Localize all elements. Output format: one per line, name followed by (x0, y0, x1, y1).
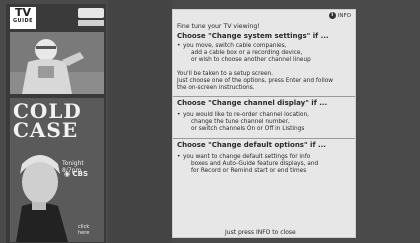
guide-right-strip (358, 0, 420, 243)
cold-case-ad[interactable]: COLD CASE Tonight 8/7pm ◉ CBS click here (10, 98, 104, 242)
ad-network: ◉ CBS (64, 170, 88, 178)
section-defaults-line: for Record or Remind start or end times (191, 168, 307, 174)
ad-title-line2: CASE (13, 118, 79, 142)
section-channel-line: you would like to re-order channel locat… (177, 112, 309, 119)
section-channel-line: or switch channels On or Off in Listings (191, 126, 305, 132)
ad-click-line2: here (78, 230, 90, 236)
section-defaults-line: boxes and Auto-Guide feature displays, a… (191, 161, 319, 167)
divider (173, 96, 355, 97)
info-button[interactable]: i INFO (328, 12, 351, 19)
actress-portrait (10, 144, 104, 242)
section-heading-defaults: Choose "Change default options" if ... (177, 141, 326, 149)
section-heading-channel: Choose "Change channel display" if ... (177, 99, 328, 107)
guide-dark-strip (108, 0, 172, 243)
channel-badge (78, 8, 104, 18)
close-instruction: Just press INFO to close (225, 229, 296, 236)
ad-network-label: CBS (72, 170, 89, 178)
section-system-line: add a cable box or a recording device, (191, 50, 303, 56)
ad-click-here[interactable]: click here (78, 224, 89, 236)
section-system-after-line: Just choose one of the options, press En… (177, 78, 333, 84)
divider (173, 138, 355, 139)
channel-sub-bar (78, 20, 104, 26)
section-channel-line: change the tune channel number, (191, 119, 290, 125)
intro-text: Fine tune your TV viewing! (177, 23, 260, 30)
section-defaults-line: you want to change default settings for … (177, 154, 310, 161)
section-system-after-line: You'll be taken to a setup screen. (177, 71, 274, 77)
guide-left-column: TV GUIDE COLD CASE Tonight 8/7pm ◉ CBS c… (6, 4, 106, 243)
cbs-eye-icon: ◉ (64, 170, 71, 178)
info-panel: i INFO Fine tune your TV viewing! Choose… (172, 9, 356, 238)
section-system-line: or wish to choose another channel lineup (191, 57, 311, 63)
football-player-image (10, 32, 104, 94)
logo-guide: GUIDE (12, 18, 34, 24)
ad-show-title: COLD CASE (13, 101, 82, 142)
section-heading-system: Choose "Change system settings" if ... (177, 32, 329, 40)
section-system-after-line: the on-screen instructions. (177, 85, 255, 91)
live-video-window[interactable] (10, 32, 104, 94)
tv-guide-screen: TV GUIDE COLD CASE Tonight 8/7pm ◉ CBS c… (0, 0, 420, 243)
tv-guide-logo: TV GUIDE (10, 7, 36, 29)
info-icon: i (328, 12, 336, 19)
section-system-line: you move, switch cable companies, (177, 43, 287, 50)
info-label: INFO (337, 12, 351, 19)
